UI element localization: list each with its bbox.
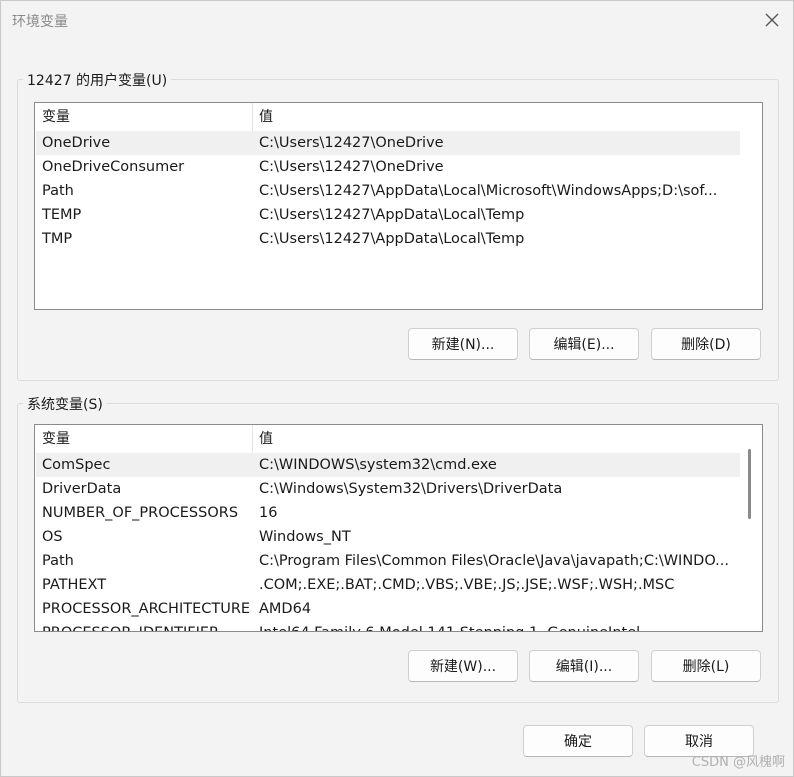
scrollbar-thumb[interactable] (748, 449, 751, 519)
variable-value: Intel64 Family 6 Model 141 Stepping 1, G… (253, 621, 732, 631)
user-variables-list[interactable]: 变量 值 OneDrive C:\Users\12427\OneDrive OneD… (34, 102, 763, 310)
user-edit-button[interactable]: 编辑(E)... (529, 328, 639, 360)
column-header-value[interactable]: 值 (253, 103, 740, 131)
environment-variables-dialog: 环境变量 12427 的用户变量(U) 变量 值 OneDrive C:\User… (0, 0, 794, 777)
user-delete-button[interactable]: 删除(D) (651, 328, 761, 360)
variable-name: NUMBER_OF_PROCESSORS (42, 505, 239, 521)
column-header-value[interactable]: 值 (253, 425, 740, 453)
system-variable-row[interactable]: NUMBER_OF_PROCESSORS 16 (36, 501, 740, 525)
variable-name: OneDriveConsumer (42, 159, 185, 175)
user-variable-row[interactable]: TEMP C:\Users\12427\AppData\Local\Temp (36, 203, 740, 227)
system-variable-row[interactable]: DriverData C:\Windows\System32\Drivers\Dr… (36, 477, 740, 501)
variable-name: DriverData (42, 481, 122, 497)
variable-value: C:\WINDOWS\system32\cmd.exe (259, 457, 497, 473)
system-variable-row[interactable]: Path C:\Program Files\Common Files\Oracle… (36, 549, 740, 573)
column-header-variable[interactable]: 变量 (36, 103, 252, 131)
variable-value: C:\Windows\System32\Drivers\DriverData (259, 481, 563, 497)
user-variable-row[interactable]: Path C:\Users\12427\AppData\Local\Microso… (36, 179, 740, 203)
user-new-button[interactable]: 新建(N)... (408, 328, 518, 360)
watermark: CSDN @风槐啊 (691, 755, 785, 770)
variable-name: PATHEXT (42, 577, 107, 593)
variable-name: OS (42, 529, 63, 545)
user-variable-row[interactable]: OneDriveConsumer C:\Users\12427\OneDrive (36, 155, 740, 179)
variable-name: TMP (42, 231, 73, 247)
system-variables-list[interactable]: 变量 值 ComSpec C:\WINDOWS\system32\cmd.exe D… (34, 424, 763, 632)
user-list-header: 变量 值 (35, 103, 762, 131)
system-new-button[interactable]: 新建(W)... (408, 650, 518, 682)
variable-name: OneDrive (42, 135, 111, 151)
variable-name: TEMP (42, 207, 82, 223)
system-variable-row[interactable]: OS Windows_NT (36, 525, 740, 549)
variable-value: C:\Users\12427\AppData\Local\Microsoft\W… (259, 183, 718, 199)
user-variable-row[interactable]: TMP C:\Users\12427\AppData\Local\Temp (36, 227, 740, 251)
system-delete-button[interactable]: 删除(L) (651, 650, 761, 682)
system-list-scrollbar[interactable] (746, 447, 752, 629)
variable-name: ComSpec (42, 457, 111, 473)
system-variable-row[interactable]: PROCESSOR_ARCHITECTURE AMD64 (36, 597, 740, 621)
window-title: 环境变量 (12, 14, 68, 30)
system-variables-legend: 系统变量(S) (23, 394, 107, 414)
system-edit-button[interactable]: 编辑(I)... (529, 650, 639, 682)
close-button[interactable] (757, 5, 787, 35)
variable-value: Windows_NT (259, 529, 351, 545)
user-variable-row[interactable]: OneDrive C:\Users\12427\OneDrive (36, 131, 740, 155)
variable-name: Path (42, 553, 74, 569)
variable-name: PROCESSOR_ARCHITECTURE (42, 601, 251, 617)
variable-value: C:\Users\12427\AppData\Local\Temp (259, 207, 525, 223)
system-list-header: 变量 值 (35, 425, 762, 453)
variable-value: AMD64 (259, 601, 312, 617)
variable-value: 16 (259, 505, 278, 521)
system-variable-row[interactable]: PATHEXT .COM;.EXE;.BAT;.CMD;.VBS;.VBE;.JS… (36, 573, 740, 597)
variable-name: PROCESSOR_IDENTIFIER (36, 621, 253, 631)
title-bar[interactable]: 环境变量 (1, 1, 793, 39)
close-icon (765, 13, 779, 27)
variable-value: .COM;.EXE;.BAT;.CMD;.VBS;.VBE;.JS;.JSE;.… (259, 577, 675, 593)
ok-button[interactable]: 确定 (523, 725, 633, 757)
variable-name: Path (42, 183, 74, 199)
user-variables-legend: 12427 的用户变量(U) (23, 70, 172, 90)
variable-value: C:\Users\12427\OneDrive (259, 135, 444, 151)
column-header-variable[interactable]: 变量 (36, 425, 252, 453)
variable-value: C:\Users\12427\AppData\Local\Temp (259, 231, 525, 247)
variable-value: C:\Program Files\Common Files\Oracle\Jav… (259, 553, 729, 569)
system-variable-row[interactable]: ComSpec C:\WINDOWS\system32\cmd.exe (36, 453, 740, 477)
system-variable-row[interactable]: PROCESSOR_IDENTIFIERIntel64 Family 6 Mod… (36, 621, 740, 631)
variable-value: C:\Users\12427\OneDrive (259, 159, 444, 175)
